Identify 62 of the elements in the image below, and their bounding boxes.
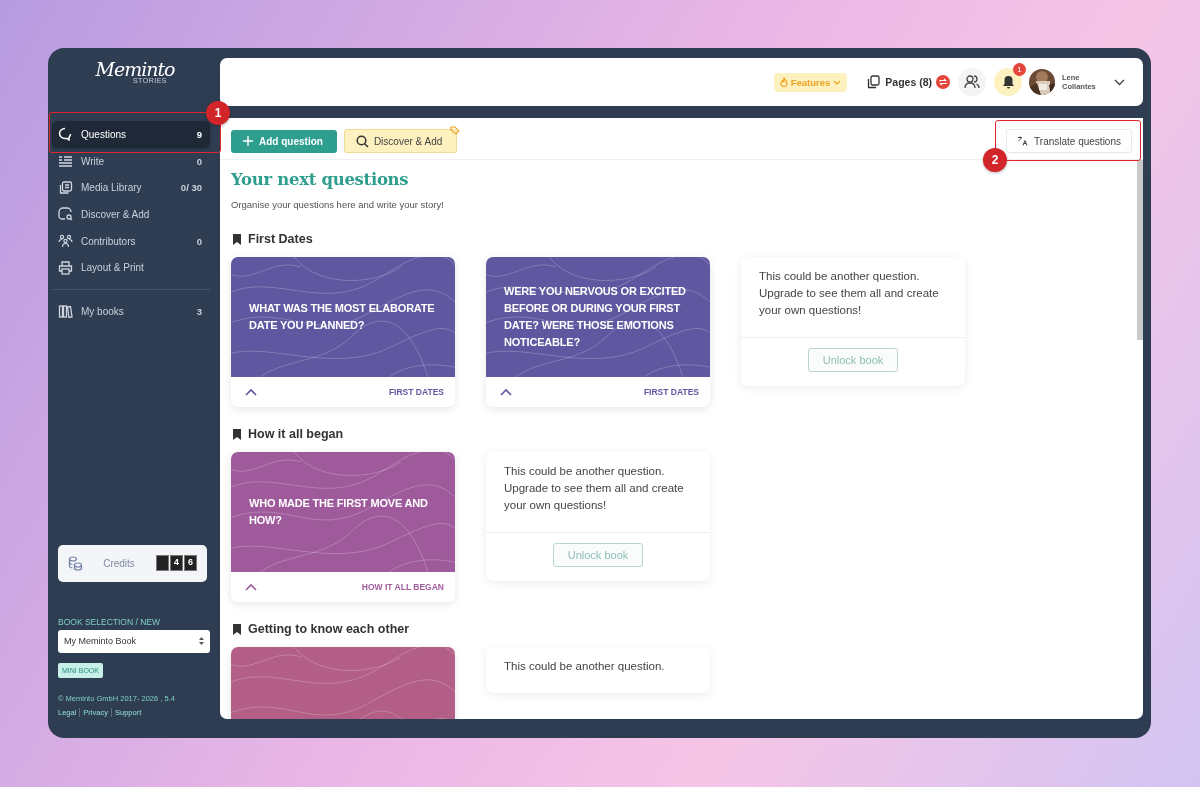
section-title: Getting to know each other: [248, 622, 410, 636]
category-label: FIRST DATES: [643, 387, 699, 397]
tag-icon: [450, 126, 461, 135]
sidebar-item[interactable]: My books 3: [52, 298, 210, 325]
chevron-up-icon[interactable]: [245, 388, 257, 396]
flame-icon: [779, 77, 788, 87]
gallery-icon: [58, 180, 73, 195]
search-chat-icon: [58, 207, 73, 222]
sidebar-item[interactable]: Media Library 0/ 30: [52, 174, 210, 202]
printer-icon: [58, 260, 73, 275]
credits-card[interactable]: Credits 4 6: [58, 544, 207, 582]
bell-icon: [1001, 75, 1015, 89]
category-label: FIRST DATES: [388, 387, 444, 397]
upgrade-text: This could be another question. Upgrade to see them all and create your own questions!: [758, 269, 940, 318]
sidebar-item[interactable]: Layout & Print: [52, 254, 210, 282]
select-arrows-icon: [199, 637, 204, 646]
chat-icon: [58, 127, 73, 142]
upgrade-text: This could be another question. Upgrade to see them all and create your own questions!: [503, 464, 685, 513]
category-label: HOW IT ALL BEGAN: [361, 582, 444, 592]
pages-button[interactable]: Pages (8): [861, 74, 938, 90]
book-select[interactable]: My Meminto Book: [58, 629, 210, 653]
sidebar-item[interactable]: Discover & Add: [52, 201, 210, 228]
question-text: WERE YOU NERVOUS OR EXCITED BEFORE OR DURING YOUR FIRST DATE? WERE THOSE EMOTIONS NOTICEABLE?: [504, 284, 687, 350]
scrollbar[interactable]: [1137, 160, 1143, 340]
sidebar-item[interactable]: Contributors 0: [52, 227, 210, 255]
credit-counter: 4 6: [155, 555, 197, 572]
people-icon: [58, 234, 73, 249]
sidebar-item[interactable]: Questions 9: [52, 121, 210, 148]
translate-icon: [1017, 136, 1029, 146]
plus-icon: [243, 136, 253, 146]
discover-button[interactable]: Discover & Add: [343, 129, 458, 153]
page-subtitle: Organise your questions here and write your story!: [231, 199, 445, 210]
chevron-down-icon: [833, 79, 842, 85]
step-marker: 1: [206, 101, 230, 125]
coins-icon: [68, 555, 83, 571]
sync-icon[interactable]: [936, 75, 950, 89]
people-icon: [964, 75, 980, 89]
notification-badge: 1: [1013, 63, 1026, 76]
section-title: How it all began: [248, 427, 344, 441]
question-text: WHAT WAS THE MOST ELABORATE DATE YOU PLANNED?: [249, 301, 436, 333]
translate-button[interactable]: Translate questions: [1006, 129, 1132, 153]
question-card[interactable]: WHO MADE THE FIRST MOVE AND HOW? HOW IT ALL BEGAN: [231, 452, 455, 602]
bookmark-icon: [233, 623, 241, 635]
pages-icon: [867, 75, 881, 89]
page-title: Your next questions: [231, 170, 410, 189]
chevron-up-icon[interactable]: [500, 388, 512, 396]
contributors-button[interactable]: [958, 68, 986, 96]
notifications-button[interactable]: [994, 68, 1022, 96]
upgrade-text: This could be another question.: [503, 659, 666, 674]
sidebar-item[interactable]: Write 0: [52, 147, 210, 175]
search-icon: [355, 134, 369, 148]
bookmark-icon: [233, 233, 241, 245]
section-label: BOOK SELECTION / NEW: [58, 616, 162, 627]
question-card[interactable]: WHAT WAS THE MOST ELABORATE DATE YOU PLANNED? FIRST DATES: [231, 257, 455, 407]
books-icon: [58, 304, 73, 318]
chevron-up-icon[interactable]: [245, 583, 257, 591]
text-lines-icon: [58, 155, 73, 168]
bookmark-icon: [233, 428, 241, 440]
question-text: WHO MADE THE FIRST MOVE AND HOW?: [249, 496, 429, 528]
chevron-down-icon[interactable]: [1114, 78, 1125, 86]
section-title: First Dates: [248, 232, 313, 246]
question-card[interactable]: WERE YOU NERVOUS OR EXCITED BEFORE OR DURING YOUR FIRST DATE? WERE THOSE EMOTIONS NOTICEABLE? FIRST DATES: [486, 257, 710, 407]
